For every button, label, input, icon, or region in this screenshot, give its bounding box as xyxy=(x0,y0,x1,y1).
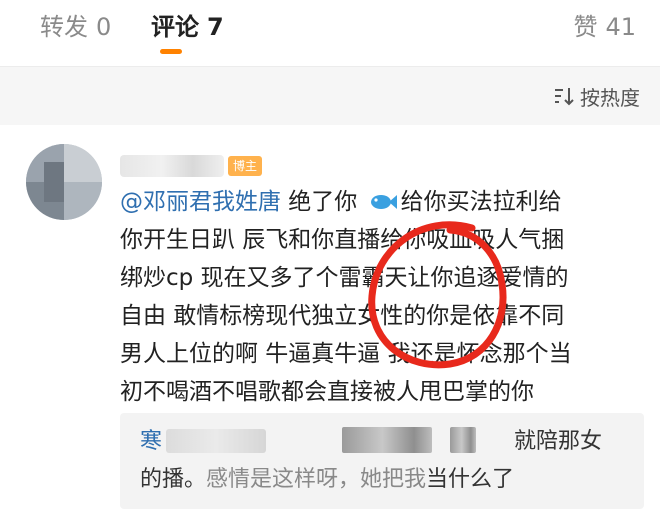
tab-like-label: 赞 xyxy=(573,13,598,41)
comment-body: @邓丽君我姓唐 绝了你 给你买法拉利给 你开生日趴 辰飞和你直播给你吸血吸人气捆… xyxy=(120,183,640,411)
comment-line-1-text: 绝了你 xyxy=(281,189,365,215)
comment-line-4: 自由 敢情标榜现代独立女性的你是依靠不同 xyxy=(120,303,565,329)
reply-line-2-mid: 感情是这样呀，她把我 xyxy=(206,467,427,492)
tab-bar: 转发 0 评论 7 赞 41 xyxy=(0,0,660,67)
sort-by-hot-button[interactable]: 按热度 xyxy=(554,82,640,110)
sort-icon xyxy=(555,88,574,106)
reply-preview[interactable]: 寒 就陪那女 的播。感情是这样呀，她把我当什么了 xyxy=(120,413,644,509)
mention-link[interactable]: @邓丽君我姓唐 xyxy=(120,189,281,215)
reply-line-2-end: 当什么了 xyxy=(426,467,515,492)
reply-line-1: 寒 xyxy=(140,425,162,459)
comment-line-2: 你开生日趴 辰飞和你直播给你吸血吸人气捆 xyxy=(120,227,565,253)
comment-line-5: 男人上位的啊 牛逼真牛逼 我还是怀念那个当 xyxy=(120,341,572,367)
tab-comment-count: 7 xyxy=(207,13,224,41)
author-badge: 博主 xyxy=(228,156,263,176)
comment-line-3: 绑炒cp 现在又多了个雷霸天让你追逐爱情的 xyxy=(120,265,569,291)
comment-item: 博主 @邓丽君我姓唐 绝了你 给你买法拉利给 你开生日趴 辰飞和你直播给你吸血吸… xyxy=(0,125,660,514)
tab-repost-count: 0 xyxy=(96,13,112,41)
sort-label: 按热度 xyxy=(580,85,640,110)
username-blurred[interactable] xyxy=(120,155,224,177)
tab-repost-label: 转发 xyxy=(40,13,88,41)
reply-line-1-tail: 就陪那女 xyxy=(514,429,603,454)
comment-line-1: @邓丽君我姓唐 绝了你 给你买法拉利给 xyxy=(120,183,640,221)
weibo-comment-screen: 转发 0 评论 7 赞 41 按热度 博主 @邓丽君我姓唐 绝了你 给你买法拉利… xyxy=(0,0,660,514)
fish-icon xyxy=(370,195,397,209)
active-tab-indicator xyxy=(160,49,182,54)
reply-text-blurred-1 xyxy=(342,427,432,453)
tab-like-count: 41 xyxy=(605,13,636,41)
tab-comment-label: 评论 xyxy=(151,13,199,41)
avatar[interactable] xyxy=(26,144,102,220)
comment-line-1-text-after: 给你买法拉利给 xyxy=(400,189,562,215)
tab-repost[interactable]: 转发 0 xyxy=(40,12,111,42)
reply-line-2-start: 的播。 xyxy=(140,467,207,492)
tab-like[interactable]: 赞 41 xyxy=(573,12,636,42)
reply-author-blurred xyxy=(166,429,266,453)
tab-comment[interactable]: 评论 7 xyxy=(151,12,224,42)
reply-line-2: 的播。感情是这样呀，她把我当什么了 xyxy=(140,463,514,497)
reply-author-start[interactable]: 寒 xyxy=(140,429,162,454)
comment-line-6: 初不喝酒不唱歌都会直接被人甩巴掌的你 xyxy=(120,379,534,405)
reply-text-blurred-2 xyxy=(450,427,476,453)
sort-bar: 按热度 xyxy=(0,67,660,125)
